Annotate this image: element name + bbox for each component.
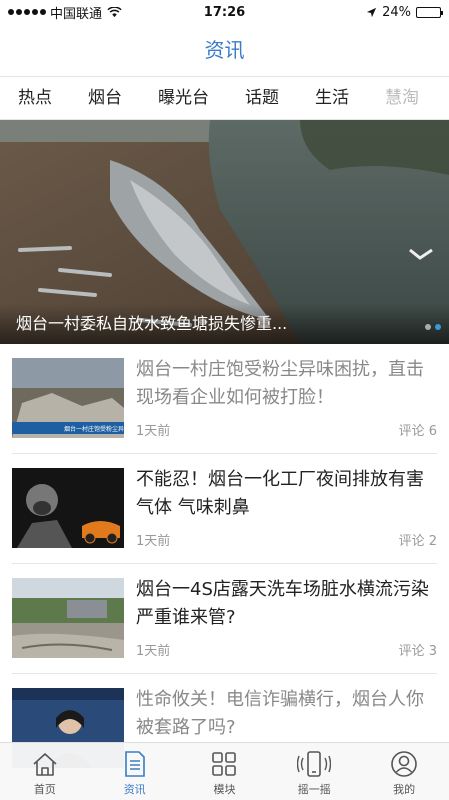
tab-life[interactable]: 生活 — [297, 77, 367, 119]
article-title: 烟台一4S店露天洗车场脏水横流污染严重谁来管? — [136, 579, 429, 628]
page-title: 资讯 — [204, 38, 245, 62]
tab-huitao[interactable]: 慧淘 — [367, 77, 437, 119]
list-item[interactable]: 不能忍！烟台一化工厂夜间排放有害气体 气味刺鼻 1天前 评论 2 — [12, 454, 437, 564]
category-tabs: 热点 烟台 曝光台 话题 生活 慧淘 — [0, 76, 449, 120]
signal-strength-icon — [8, 9, 46, 15]
nav-label: 首页 — [33, 783, 56, 796]
phone-shake-icon — [297, 751, 332, 777]
nav-modules[interactable]: 模块 — [180, 743, 270, 800]
tab-topics[interactable]: 话题 — [227, 77, 297, 119]
article-time: 1天前 — [136, 534, 171, 549]
article-time: 1天前 — [136, 424, 171, 439]
pager-dot — [425, 324, 431, 330]
list-item[interactable]: 烟台一4S店露天洗车场脏水横流污染严重谁来管? 1天前 评论 3 — [12, 564, 437, 674]
hero-caption: 烟台一村委私自放水致鱼塘损失惨重... — [0, 304, 449, 344]
bottom-nav: 首页 资讯 模块 摇一摇 我的 — [0, 742, 449, 800]
article-comments: 评论 3 — [398, 644, 437, 659]
location-arrow-icon — [367, 7, 377, 17]
nav-label: 资讯 — [123, 783, 146, 796]
pager-dot-active — [435, 324, 441, 330]
document-icon — [124, 751, 145, 777]
nav-shake[interactable]: 摇一摇 — [269, 743, 359, 800]
article-thumbnail — [12, 578, 124, 658]
nav-label: 摇一摇 — [297, 783, 331, 796]
tab-yantai[interactable]: 烟台 — [70, 77, 140, 119]
nav-label: 我的 — [393, 783, 416, 796]
hero-pager — [425, 324, 441, 330]
article-title: 不能忍！烟台一化工厂夜间排放有害气体 气味刺鼻 — [136, 469, 424, 518]
list-item[interactable]: 烟台一村庄饱受粉尘异味困扰 烟台一村庄饱受粉尘异味困扰，直击现场看企业如何被打脸… — [12, 344, 437, 454]
article-thumbnail — [12, 468, 124, 548]
hero-banner[interactable]: 烟台一村委私自放水致鱼塘损失惨重... — [0, 120, 449, 344]
nav-profile[interactable]: 我的 — [359, 743, 449, 800]
nav-news[interactable]: 资讯 — [90, 743, 180, 800]
battery-icon — [416, 6, 443, 18]
app-screen: 中国联通 17:26 24% 资讯 热点 烟台 曝光台 话题 生活 慧淘 烟台一… — [0, 0, 449, 800]
home-icon — [33, 753, 57, 776]
tab-exposure[interactable]: 曝光台 — [140, 77, 227, 119]
article-time: 1天前 — [136, 644, 171, 659]
article-title: 烟台一村庄饱受粉尘异味困扰，直击现场看企业如何被打脸！ — [136, 359, 424, 408]
thumb-caption-text: 烟台一村庄饱受粉尘异味困扰 — [64, 425, 124, 433]
article-comments: 评论 6 — [398, 424, 437, 439]
grid-icon — [212, 752, 237, 776]
status-bar: 中国联通 17:26 24% — [0, 0, 449, 24]
article-list: 烟台一村庄饱受粉尘异味困扰 烟台一村庄饱受粉尘异味困扰，直击现场看企业如何被打脸… — [0, 344, 449, 784]
wifi-icon — [107, 6, 122, 17]
user-icon — [391, 751, 417, 777]
article-comments: 评论 2 — [398, 534, 437, 549]
battery-percent: 24% — [382, 4, 411, 20]
article-title: 性命攸关！电信诈骗横行，烟台人你被套路了吗? — [136, 689, 424, 738]
carrier-name: 中国联通 — [50, 6, 103, 22]
nav-label: 模块 — [213, 783, 236, 796]
article-thumbnail: 烟台一村庄饱受粉尘异味困扰 — [12, 358, 124, 438]
tab-hot[interactable]: 热点 — [0, 77, 70, 119]
nav-home[interactable]: 首页 — [0, 743, 90, 800]
